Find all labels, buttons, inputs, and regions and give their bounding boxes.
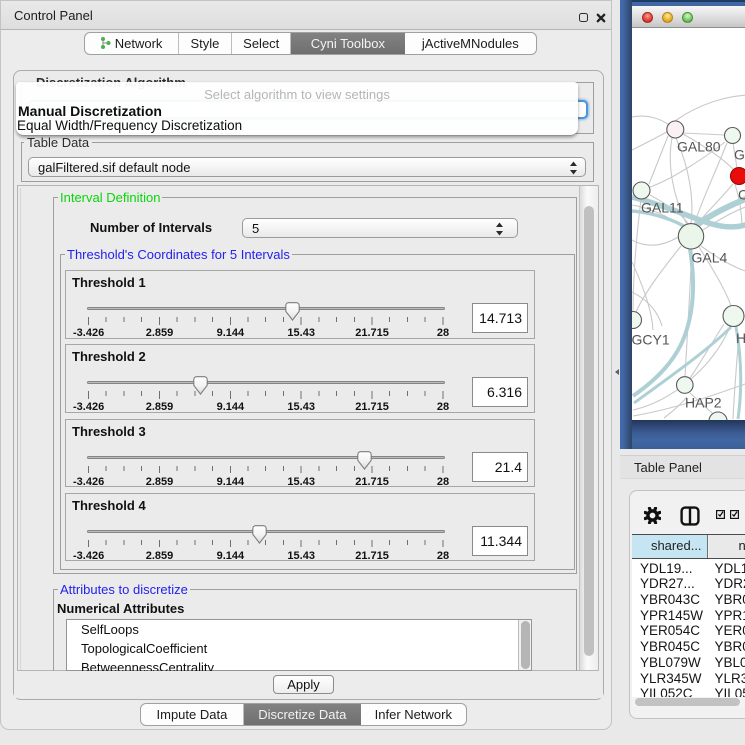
svg-text:GCY1: GCY1 (632, 332, 670, 348)
svg-text:HIS4: HIS4 (736, 330, 745, 346)
svg-text:HAP2: HAP2 (685, 395, 722, 411)
svg-text:GAL80: GAL80 (677, 139, 721, 155)
svg-text:GAL11: GAL11 (641, 200, 684, 216)
svg-text:CDC: CDC (738, 187, 745, 203)
svg-text:GAL4: GAL4 (692, 250, 728, 266)
svg-text:GAL3: GAL3 (734, 147, 745, 163)
